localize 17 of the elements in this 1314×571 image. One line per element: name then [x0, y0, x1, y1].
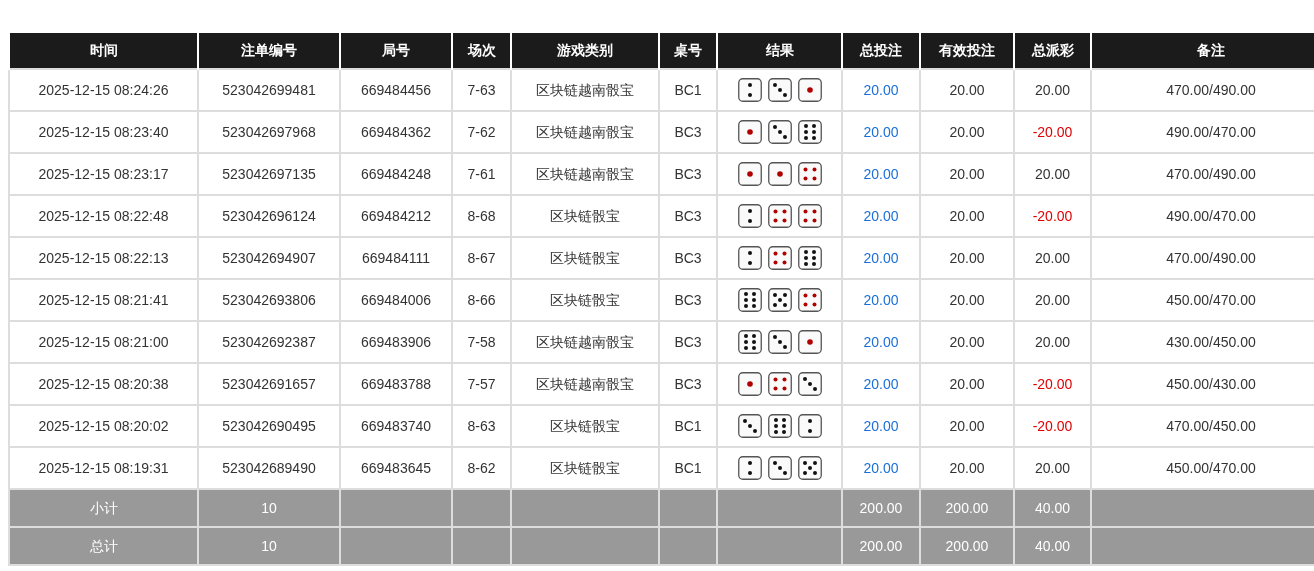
column-header: 备注 [1091, 33, 1314, 69]
column-header: 有效投注 [920, 33, 1014, 69]
column-header: 桌号 [659, 33, 717, 69]
column-header: 结果 [717, 33, 842, 69]
column-header: 注单编号 [198, 33, 340, 69]
summary-cell: 200.00 [920, 527, 1014, 565]
column-header: 时间 [9, 33, 198, 69]
table-cell: 2025-12-15 08:24:26 [9, 69, 198, 111]
summary-cell: 总计 [9, 527, 198, 565]
column-header: 总投注 [842, 33, 920, 69]
summary-cell: 200.00 [842, 527, 920, 565]
column-header: 局号 [340, 33, 452, 69]
summary-cell: 40.00 [1014, 527, 1091, 565]
summary-cell: 10 [198, 527, 340, 565]
column-header: 游戏类别 [511, 33, 659, 69]
column-header: 场次 [452, 33, 511, 69]
column-header: 总派彩 [1014, 33, 1091, 69]
